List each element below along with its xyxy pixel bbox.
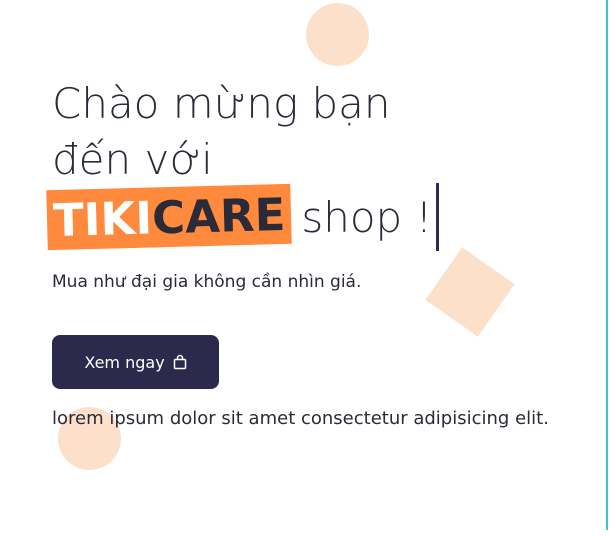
brand-line: TIKI CARE shop !	[46, 183, 440, 251]
hero-subtitle: Mua như đại gia không cần nhìn giá.	[52, 272, 362, 292]
hero-heading-line1: Chào mừng bạn	[52, 79, 391, 128]
shopping-bag-icon	[173, 354, 187, 370]
brand-care: CARE	[151, 187, 286, 244]
hero-heading: Chào mừng bạn đến với	[52, 76, 391, 188]
brand-suffix: shop !	[301, 192, 433, 242]
brand-tiki: TIKI	[52, 190, 153, 247]
decorative-diamond	[425, 247, 515, 337]
view-now-button[interactable]: Xem ngay	[52, 335, 219, 389]
brand-highlight: TIKI CARE	[46, 183, 293, 251]
right-edge-border	[606, 0, 608, 530]
hero-heading-line2: đến với	[52, 135, 213, 184]
hero-description: lorem ipsum dolor sit amet consectetur a…	[52, 408, 549, 429]
view-now-button-label: Xem ngay	[84, 352, 165, 372]
typing-caret	[436, 183, 440, 251]
decorative-circle-top	[306, 3, 369, 66]
